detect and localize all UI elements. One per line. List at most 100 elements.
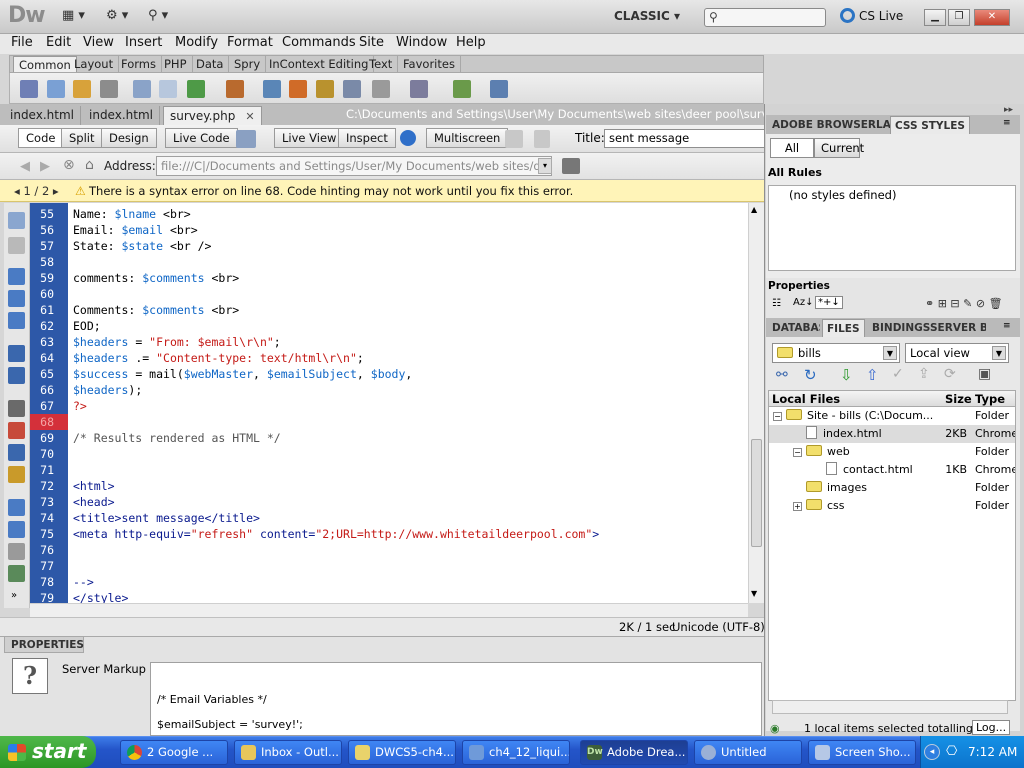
hyperlink-icon[interactable]: [20, 80, 38, 98]
table-icon[interactable]: [133, 80, 151, 98]
forward-icon[interactable]: ▶: [40, 159, 50, 174]
image-icon[interactable]: [187, 80, 205, 98]
task-outlook[interactable]: Inbox - Outl...: [234, 740, 342, 765]
files-horizontal-scrollbar[interactable]: [772, 700, 1008, 714]
refresh-files-icon[interactable]: ↻: [804, 366, 822, 384]
insert-tab-data[interactable]: Data: [191, 56, 230, 72]
split-view-button[interactable]: Split: [61, 128, 103, 148]
inspect-button[interactable]: Inspect: [338, 128, 396, 148]
files-panel-menu-icon[interactable]: ≡: [1003, 321, 1011, 331]
column-type[interactable]: Type: [975, 392, 1005, 406]
css-rules-list[interactable]: (no styles defined): [768, 185, 1016, 271]
site-icon[interactable]: ⚲ ▾: [148, 8, 168, 26]
open-documents-icon[interactable]: [8, 212, 25, 229]
code-horizontal-scrollbar[interactable]: [30, 603, 748, 617]
column-size[interactable]: Size: [945, 392, 972, 406]
tab-files[interactable]: FILES: [822, 319, 865, 337]
word-wrap-icon[interactable]: [8, 444, 25, 461]
file-tree-row[interactable]: contact.html 1KB Chrome: [769, 461, 1015, 479]
code-line[interactable]: Name: $lname <br>: [73, 206, 191, 222]
address-dropdown-icon[interactable]: ▾: [538, 158, 552, 174]
task-screen-shot[interactable]: Screen Sho...: [808, 740, 916, 765]
doc-tab-survey[interactable]: survey.php ✕: [163, 106, 262, 125]
insert-tab-forms[interactable]: Forms: [116, 56, 162, 72]
start-button[interactable]: start: [0, 736, 96, 768]
tab-adobe-browserlab[interactable]: ADOBE BROWSERLAB: [768, 116, 903, 134]
templates-icon[interactable]: [453, 80, 471, 98]
connect-icon[interactable]: ⚯: [776, 367, 794, 385]
preview-browser-icon[interactable]: [400, 130, 416, 146]
doc-tab-index-1[interactable]: index.html: [4, 106, 81, 125]
code-line[interactable]: <html>: [73, 478, 115, 494]
properties-header[interactable]: PROPERTIES: [4, 636, 84, 653]
tray-expand-icon[interactable]: ◂: [924, 744, 940, 760]
file-tree-row[interactable]: index.html 2KB Chrome: [769, 425, 1015, 443]
put-files-icon[interactable]: ⇧: [866, 366, 884, 384]
close-tab-icon[interactable]: ✕: [245, 110, 254, 123]
code-line[interactable]: $headers .= "Content-type: text/html\r\n…: [73, 350, 364, 366]
refresh-icon[interactable]: [534, 130, 550, 148]
code-line[interactable]: -->: [73, 574, 94, 590]
expand-collapse-icon[interactable]: +: [793, 502, 802, 511]
line-numbers-icon[interactable]: [8, 400, 25, 417]
network-icon[interactable]: ⎔: [946, 744, 957, 759]
multiscreen-button[interactable]: Multiscreen: [426, 128, 509, 148]
file-tree-row[interactable]: − web Folder: [769, 443, 1015, 461]
tab-css-styles[interactable]: CSS STYLES: [890, 116, 970, 134]
tab-bindings[interactable]: BINDINGS: [868, 319, 934, 337]
code-line[interactable]: $headers);: [73, 382, 142, 398]
live-view-button[interactable]: Live View: [274, 128, 345, 148]
column-local-files[interactable]: Local Files: [772, 392, 840, 406]
code-view-button[interactable]: Code: [18, 128, 64, 148]
alpha-view-icon[interactable]: Az↓: [793, 297, 813, 308]
code-line[interactable]: $success = mail($webMaster, $emailSubjec…: [73, 366, 412, 382]
set-properties-icon[interactable]: *+↓: [815, 296, 843, 309]
category-view-icon[interactable]: ☷: [772, 298, 781, 309]
search-input[interactable]: ⚲: [704, 8, 826, 27]
css-all-button[interactable]: All: [770, 138, 814, 158]
media-icon[interactable]: [226, 80, 244, 98]
code-vertical-scrollbar[interactable]: ▲ ▼: [748, 203, 764, 603]
error-navigator[interactable]: ◂ 1 / 2 ▸: [14, 184, 59, 198]
site-select[interactable]: bills ▼: [772, 343, 900, 363]
browser-options-icon[interactable]: [562, 158, 580, 174]
menu-file[interactable]: File: [11, 35, 33, 50]
horizontal-rule-icon[interactable]: [100, 80, 118, 98]
code-line[interactable]: $headers = "From: $email\r\n";: [73, 334, 281, 350]
highlight-invalid-code-icon[interactable]: [8, 422, 25, 439]
insert-tab-incontext[interactable]: InContext Editing: [264, 56, 375, 72]
task-adobe-dreamweaver[interactable]: Dw Adobe Drea...: [580, 740, 688, 765]
collapse-panel-icon[interactable]: ▸▸: [1004, 105, 1013, 115]
script-icon[interactable]: [410, 80, 428, 98]
file-tree-row[interactable]: + css Folder: [769, 497, 1015, 515]
collapse-full-tag-icon[interactable]: [8, 268, 25, 285]
show-code-navigator-icon[interactable]: [8, 237, 25, 254]
task-untitled[interactable]: Untitled: [694, 740, 802, 765]
synchronize-icon[interactable]: ⟳: [944, 366, 962, 384]
menu-help[interactable]: Help: [456, 35, 486, 50]
wrap-tag-icon[interactable]: [8, 543, 25, 560]
syntax-coloring-icon[interactable]: [8, 466, 25, 483]
calendar-icon[interactable]: [289, 80, 307, 98]
code-line[interactable]: comments: $comments <br>: [73, 270, 239, 286]
task-google-chrome[interactable]: 2 Google ...: [120, 740, 228, 765]
log-button[interactable]: Log...: [972, 720, 1011, 735]
code-line[interactable]: Email: $email <br>: [73, 222, 198, 238]
balance-braces-icon[interactable]: [8, 367, 25, 384]
close-button[interactable]: ✕: [974, 9, 1010, 26]
file-tree-row[interactable]: images Folder: [769, 479, 1015, 497]
task-dwcs5-ch4[interactable]: DWCS5-ch4...: [348, 740, 456, 765]
check-in-icon[interactable]: ⇪: [918, 366, 936, 384]
page-title-input[interactable]: sent message: [604, 129, 766, 148]
menu-view[interactable]: View: [83, 35, 114, 50]
workspace-switcher[interactable]: CLASSIC ▾: [614, 9, 680, 23]
more-tools-icon[interactable]: »: [11, 590, 17, 601]
date-icon[interactable]: [263, 80, 281, 98]
menu-modify[interactable]: Modify: [175, 35, 218, 50]
menu-window[interactable]: Window: [396, 35, 447, 50]
attach-stylesheet-icon[interactable]: ⚭ ⊞ ⊟ ✎ ⊘ 🗑: [925, 297, 1003, 310]
menu-format[interactable]: Format: [227, 35, 273, 50]
expand-collapse-icon[interactable]: −: [793, 448, 802, 457]
head-icon[interactable]: [372, 80, 390, 98]
code-line[interactable]: <head>: [73, 494, 115, 510]
